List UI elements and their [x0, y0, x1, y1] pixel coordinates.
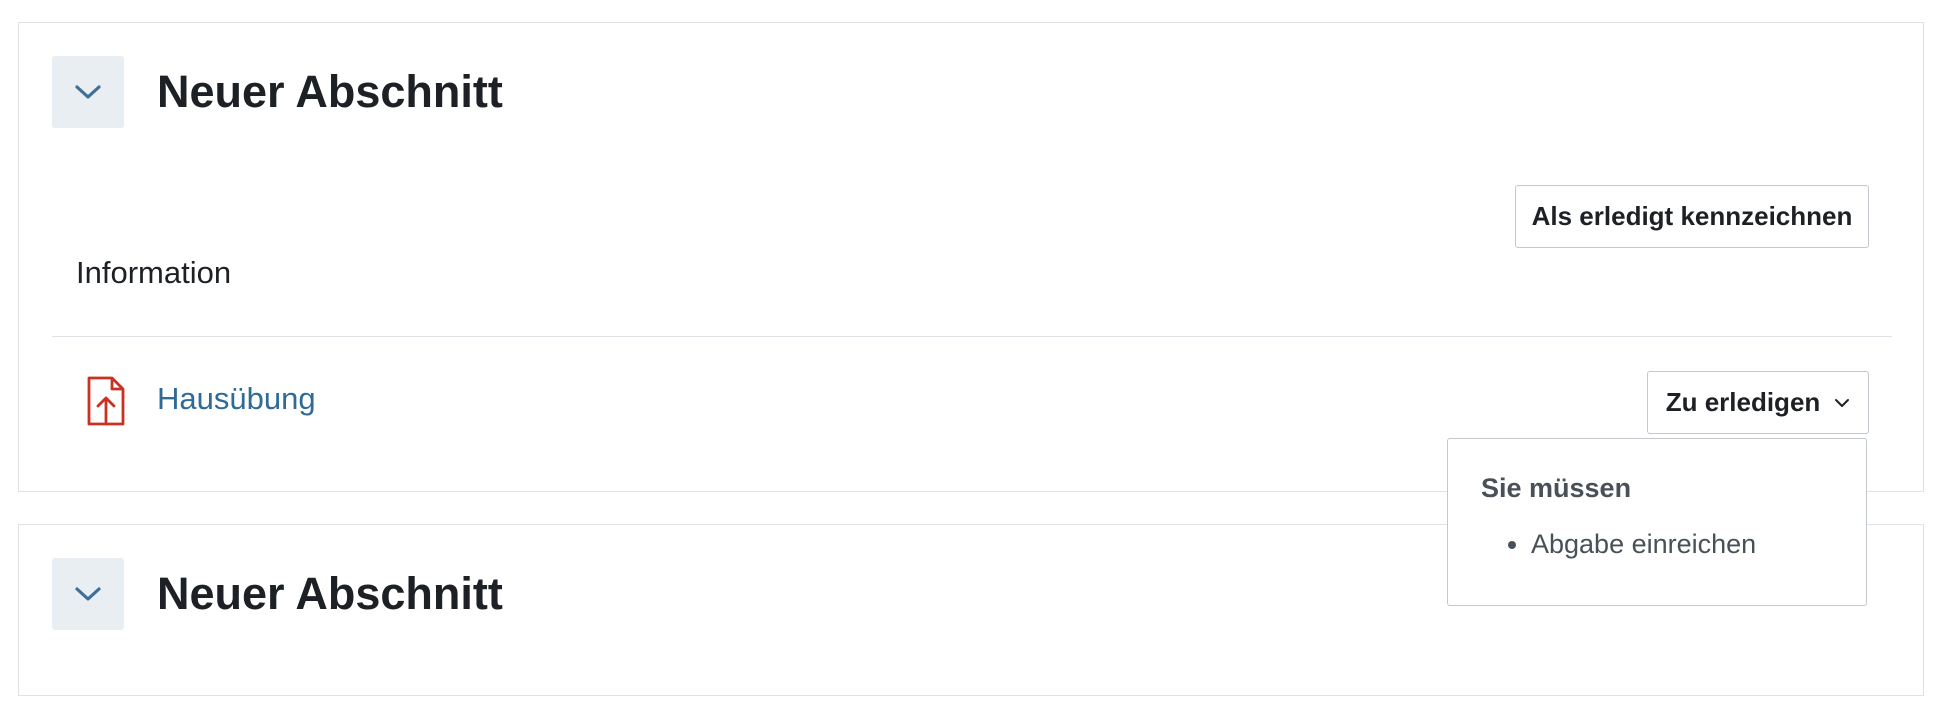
section-summary-label: Information	[76, 255, 232, 290]
dropdown-label: Zu erledigen	[1665, 387, 1821, 417]
activity-status-dropdown[interactable]: Zu erledigen	[1647, 371, 1869, 434]
course-section: Neuer Abschnitt Als erledigt kennzeichne…	[18, 22, 1924, 492]
section-title: Neuer Abschnitt	[157, 568, 503, 619]
file-upload-icon	[87, 376, 125, 426]
list-item: Abgabe einreichen	[1531, 529, 1756, 560]
chevron-down-icon	[1835, 398, 1850, 407]
activity-link-hausuebung[interactable]: Hausübung	[157, 381, 316, 417]
completion-requirements-popover: Sie müssen Abgabe einreichen	[1447, 438, 1867, 606]
mark-as-done-button[interactable]: Als erledigt kennzeichnen	[1515, 185, 1869, 248]
section-title: Neuer Abschnitt	[157, 66, 503, 117]
chevron-down-icon	[75, 85, 101, 99]
requirements-list: Abgabe einreichen	[1481, 529, 1756, 560]
popover-title: Sie müssen	[1481, 473, 1632, 503]
divider	[52, 336, 1892, 337]
chevron-down-icon	[75, 587, 101, 601]
section-collapse-button[interactable]	[52, 558, 124, 630]
section-collapse-button[interactable]	[52, 56, 124, 128]
